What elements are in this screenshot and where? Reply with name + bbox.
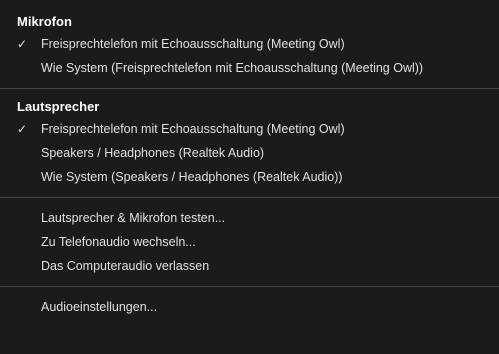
section-header-speaker: Lautsprecher [17, 99, 100, 114]
menu-item-label: Wie System (Freisprechtelefon mit Echoau… [41, 61, 424, 75]
menu-item-label: Speakers / Headphones (Realtek Audio) [41, 146, 265, 160]
menu-item-speaker-system[interactable]: Wie System (Speakers / Headphones (Realt… [0, 165, 499, 189]
divider [0, 286, 499, 287]
divider [0, 88, 499, 89]
menu-item-audio-settings[interactable]: Audioeinstellungen... [0, 295, 499, 319]
menu-item-test-audio[interactable]: Lautsprecher & Mikrofon testen... [0, 206, 499, 230]
menu-item-speaker-realtek[interactable]: Speakers / Headphones (Realtek Audio) [0, 141, 499, 165]
divider [0, 197, 499, 198]
menu-item-label: Audioeinstellungen... [41, 300, 158, 314]
menu-item-leave-computer-audio[interactable]: Das Computeraudio verlassen [0, 254, 499, 278]
checkmark-icon: ✓ [17, 122, 28, 136]
menu-item-label: Wie System (Speakers / Headphones (Realt… [41, 170, 343, 184]
menu-item-microphone-system[interactable]: Wie System (Freisprechtelefon mit Echoau… [0, 56, 499, 80]
menu-item-label: Lautsprecher & Mikrofon testen... [41, 211, 226, 225]
menu-item-label: Freisprechtelefon mit Echoausschaltung (… [41, 37, 345, 51]
section-header-microphone: Mikrofon [17, 14, 72, 29]
menu-item-switch-phone-audio[interactable]: Zu Telefonaudio wechseln... [0, 230, 499, 254]
menu-item-microphone-owl[interactable]: ✓ Freisprechtelefon mit Echoausschaltung… [0, 32, 499, 56]
audio-context-menu: Mikrofon ✓ Freisprechtelefon mit Echoaus… [0, 0, 499, 354]
menu-item-label: Freisprechtelefon mit Echoausschaltung (… [41, 122, 345, 136]
menu-item-label: Das Computeraudio verlassen [41, 259, 210, 273]
menu-item-speaker-owl[interactable]: ✓ Freisprechtelefon mit Echoausschaltung… [0, 117, 499, 141]
menu-item-label: Zu Telefonaudio wechseln... [41, 235, 196, 249]
checkmark-icon: ✓ [17, 37, 28, 51]
